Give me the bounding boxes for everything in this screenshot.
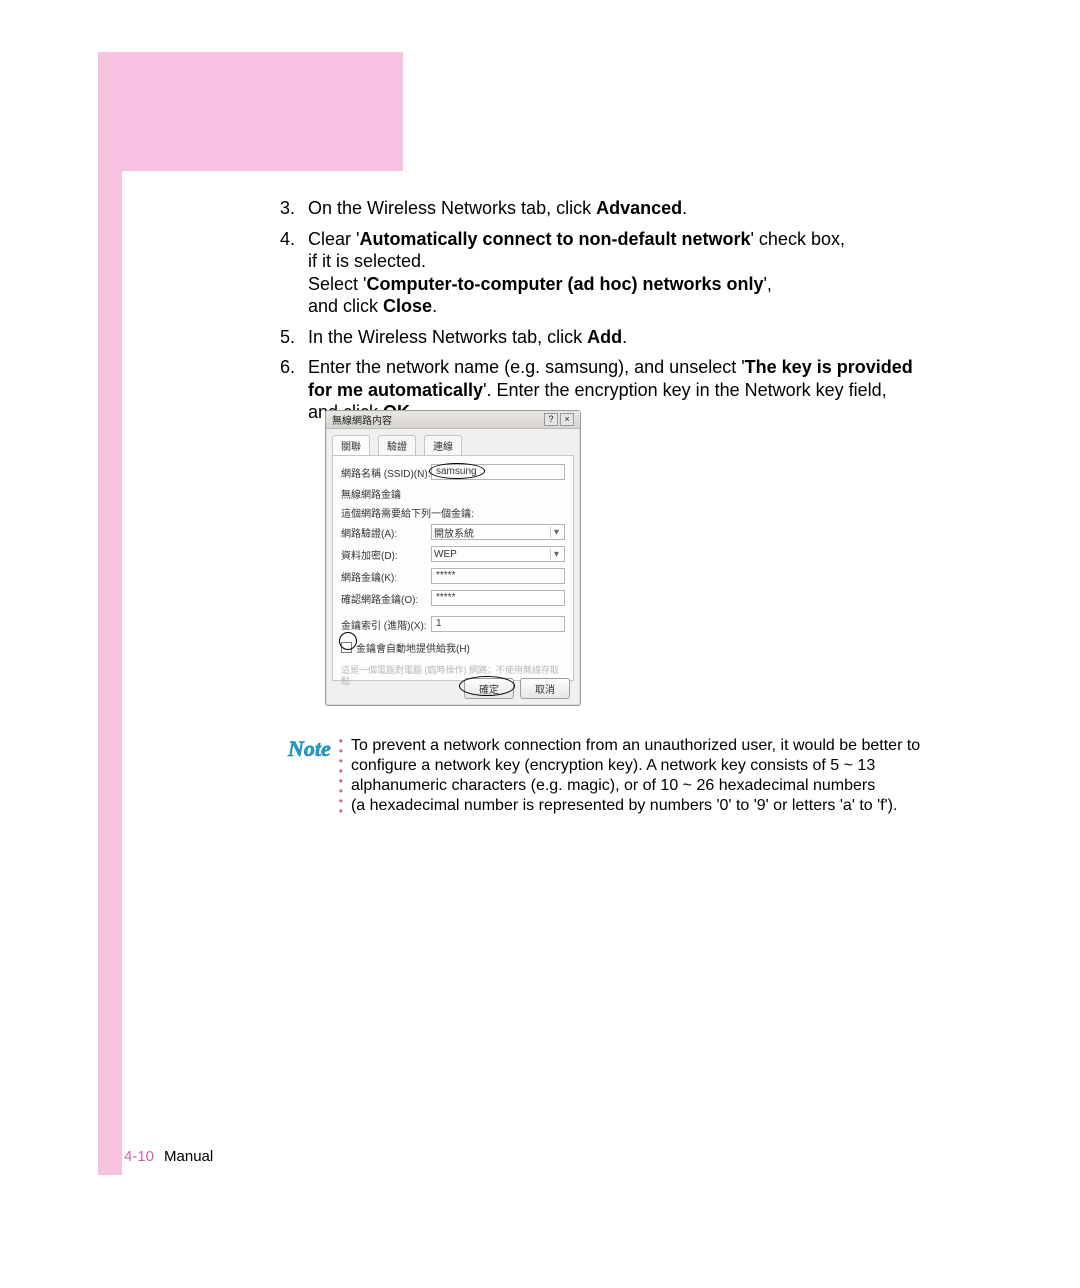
step-number: 4. (280, 228, 295, 251)
index-row: 金鑰索引 (進階)(X): 1 (341, 616, 565, 632)
security-header: 無線網路金鑰 (341, 486, 565, 501)
tab-authentication[interactable]: 驗證 (378, 435, 416, 455)
sidebar-stripe (98, 52, 122, 1175)
cancel-button[interactable]: 取消 (520, 678, 570, 699)
step-text: In the Wireless Networks tab, click Add. (308, 327, 627, 347)
dialog-tabs: 關聯 驗證 連線 (326, 429, 580, 455)
index-label: 金鑰索引 (進階)(X): (341, 617, 431, 632)
enc-row: 資料加密(D): WEP▾ (341, 546, 565, 562)
index-input[interactable]: 1 (431, 616, 565, 632)
wireless-properties-dialog: 無線網路内容 ? × 關聯 驗證 連線 網路名稱 (SSID)(N): sams… (325, 410, 581, 706)
page-footer: 4-10 Manual (124, 1148, 213, 1165)
key2-input[interactable]: ***** (431, 590, 565, 606)
step-5: 5. In the Wireless Networks tab, click A… (280, 326, 980, 349)
enc-select[interactable]: WEP▾ (431, 546, 565, 562)
note-label: Note (288, 736, 331, 818)
tab-connection[interactable]: 連線 (424, 435, 462, 455)
step-number: 3. (280, 197, 295, 220)
key2-label: 確認網路金鑰(O): (341, 591, 431, 606)
dialog-title: 無線網路内容 (332, 412, 392, 427)
dialog-footer: 確定 取消 (464, 678, 570, 699)
chevron-down-icon: ▾ (550, 549, 562, 560)
page-number: 4-10 (124, 1148, 154, 1165)
step-4: 4. Clear 'Automatically connect to non-d… (280, 228, 980, 318)
auth-row: 網路驗證(A): 開放系統▾ (341, 524, 565, 540)
footer-label: Manual (164, 1148, 213, 1165)
ssid-label: 網路名稱 (SSID)(N): (341, 465, 431, 480)
help-icon[interactable]: ? (544, 413, 558, 426)
step-text: Clear 'Automatically connect to non-defa… (308, 229, 845, 317)
step-number: 5. (280, 326, 295, 349)
page: 3. On the Wireless Networks tab, click A… (0, 0, 1080, 1288)
ssid-input[interactable]: samsung (431, 464, 565, 480)
step-number: 6. (280, 356, 295, 379)
step-3: 3. On the Wireless Networks tab, click A… (280, 197, 980, 220)
enc-label: 資料加密(D): (341, 547, 431, 562)
key2-row: 確認網路金鑰(O): ***** (341, 590, 565, 606)
key-row: 網路金鑰(K): ***** (341, 568, 565, 584)
close-icon[interactable]: × (560, 413, 574, 426)
auth-label: 網路驗證(A): (341, 525, 431, 540)
window-controls: ? × (544, 413, 574, 426)
chevron-down-icon: ▾ (550, 527, 562, 538)
auto-key-checkbox[interactable] (341, 642, 352, 653)
note-dots-icon: •••••••• (339, 736, 343, 818)
note-block: Note •••••••• To prevent a network conne… (288, 736, 978, 818)
dialog-titlebar: 無線網路内容 ? × (326, 411, 580, 429)
key-input[interactable]: ***** (431, 568, 565, 584)
note-text: To prevent a network connection from an … (351, 736, 920, 818)
header-block (98, 52, 403, 171)
auth-select[interactable]: 開放系統▾ (431, 524, 565, 540)
auto-key-row: 金鑰會自動地提供給我(H) (341, 640, 565, 655)
step-text: On the Wireless Networks tab, click Adva… (308, 198, 687, 218)
auto-key-label: 金鑰會自動地提供給我(H) (356, 640, 470, 655)
instruction-list: 3. On the Wireless Networks tab, click A… (280, 197, 980, 432)
ok-button[interactable]: 確定 (464, 678, 514, 699)
tab-association[interactable]: 關聯 (332, 435, 370, 455)
security-desc: 這個網路需要給下列一個金鑰: (341, 505, 565, 520)
ssid-row: 網路名稱 (SSID)(N): samsung (341, 464, 565, 480)
key-label: 網路金鑰(K): (341, 569, 431, 584)
dialog-body: 網路名稱 (SSID)(N): samsung 無線網路金鑰 這個網路需要給下列… (332, 455, 574, 681)
